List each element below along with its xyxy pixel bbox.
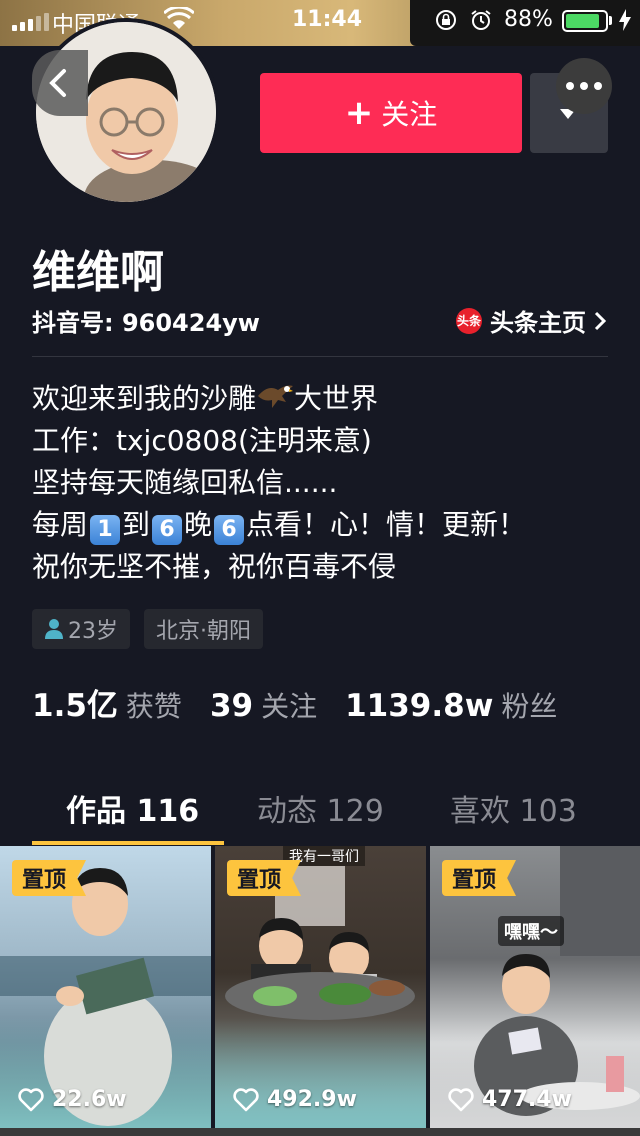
more-dot-icon xyxy=(566,82,574,90)
followers-label[interactable]: 粉丝 xyxy=(501,685,557,725)
likes-count: 1.5亿 xyxy=(32,688,118,724)
eagle-emoji-icon xyxy=(258,385,294,408)
age-label: 23岁 xyxy=(68,619,118,644)
bio-text: 到 xyxy=(122,508,151,541)
person-icon xyxy=(45,619,63,639)
age-tag: 23岁 xyxy=(32,609,130,649)
video-likes: 477.4w xyxy=(448,1087,572,1112)
charging-icon xyxy=(619,9,631,31)
keycap-number: 6 xyxy=(152,515,183,545)
battery-tip xyxy=(609,16,612,25)
tab-likes[interactable]: 喜欢 103 xyxy=(450,786,577,830)
follow-button[interactable]: + 关注 xyxy=(260,73,522,153)
heart-icon xyxy=(448,1087,474,1111)
video-caption: 嘿嘿～ xyxy=(498,916,564,946)
video-tile[interactable]: 置顶 22.6w xyxy=(0,846,211,1128)
video-likes: 492.9w xyxy=(233,1087,357,1112)
profile-stats: 1.5亿 获赞 39 关注 1139.8w 粉丝 xyxy=(32,680,585,725)
pinned-badge: 置顶 xyxy=(12,860,87,896)
more-dot-icon xyxy=(594,82,602,90)
heart-icon xyxy=(18,1087,44,1111)
following-label[interactable]: 关注 xyxy=(261,685,317,725)
following-count[interactable]: 39 xyxy=(210,688,253,724)
toutiao-icon: 头条 xyxy=(456,307,482,334)
bio-line: 坚持每天随缘回私信...... xyxy=(32,466,338,499)
toutiao-label: 头条主页 xyxy=(490,309,586,337)
alarm-icon xyxy=(471,10,491,30)
bio-line: 工作：txjc0808(注明来意) xyxy=(32,424,372,457)
tab-works[interactable]: 作品 116 xyxy=(66,786,199,830)
pinned-badge: 置顶 xyxy=(442,860,517,896)
back-button[interactable] xyxy=(32,50,88,116)
bio-line: 欢迎来到我的沙雕 大世界 xyxy=(32,378,612,420)
heart-icon xyxy=(233,1087,259,1111)
content-tabs: 作品 116 动态 129 喜欢 103 xyxy=(0,770,640,846)
bio-text: 晚 xyxy=(184,508,213,541)
account-id: 抖音号: 960424yw xyxy=(32,309,260,337)
likes-count-label: 22.6w xyxy=(52,1087,127,1112)
bio-text: 欢迎来到我的沙雕 xyxy=(32,382,257,415)
battery-percent: 88% xyxy=(504,7,553,32)
location-label: 北京·朝阳 xyxy=(156,619,251,644)
clock: 11:44 xyxy=(292,7,363,32)
tab-posts[interactable]: 动态 129 xyxy=(257,786,384,830)
likes-count-label: 477.4w xyxy=(482,1087,572,1112)
bio-text: 每周 xyxy=(32,508,89,541)
next-video-row xyxy=(0,1128,640,1136)
likes-label: 获赞 xyxy=(125,690,182,723)
video-likes: 22.6w xyxy=(18,1087,127,1112)
bio-line: 每周 1 到 6 晚 6 点看！心！情！更新！ xyxy=(32,504,612,546)
bio-line: 祝你无坚不摧，祝你百毒不侵 xyxy=(32,550,397,583)
more-options-button[interactable] xyxy=(556,58,612,114)
battery-icon xyxy=(562,10,608,32)
divider xyxy=(32,356,608,357)
toutiao-homepage-link[interactable]: 头条 头条主页 xyxy=(456,303,606,338)
chevron-right-icon xyxy=(594,311,606,330)
video-tile[interactable]: 我有一哥们 置顶 492.9w xyxy=(215,846,426,1128)
keycap-number: 1 xyxy=(90,515,121,545)
bio-text: 大世界 xyxy=(294,382,379,415)
bio-text: 点看！心！情！更新！ xyxy=(246,508,527,541)
follow-label: 关注 xyxy=(381,98,438,131)
more-dot-icon xyxy=(580,82,588,90)
tab-indicator xyxy=(32,841,224,845)
video-tile[interactable]: 嘿嘿～ 置顶 477.4w xyxy=(430,846,640,1128)
profile-name: 维维啊 xyxy=(32,247,164,298)
signal-icon xyxy=(12,13,49,31)
pinned-badge: 置顶 xyxy=(227,860,302,896)
plus-icon: + xyxy=(344,93,374,133)
followers-count[interactable]: 1139.8w xyxy=(345,688,493,724)
rotation-lock-icon xyxy=(436,10,456,30)
bio: 欢迎来到我的沙雕 大世界 工作：txjc0808(注明来意) 坚持每天随缘回私信… xyxy=(32,378,612,588)
keycap-number: 6 xyxy=(214,515,245,545)
chevron-left-icon xyxy=(49,69,66,97)
likes-count-label: 492.9w xyxy=(267,1087,357,1112)
location-tag: 北京·朝阳 xyxy=(144,609,263,649)
